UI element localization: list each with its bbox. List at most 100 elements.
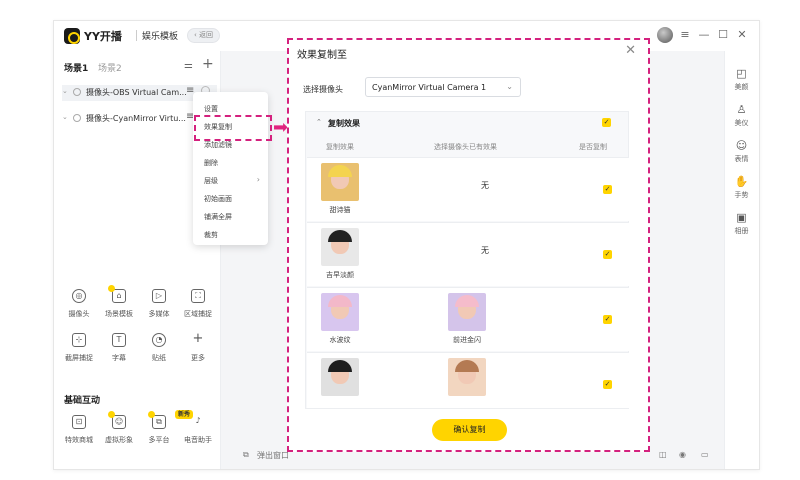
- chevron-down-icon[interactable]: ⌄: [62, 113, 68, 121]
- right-tool-label: 表情: [734, 155, 749, 163]
- menu-item-crop[interactable]: 裁剪: [204, 230, 218, 240]
- existing-effect: 前进金闪: [453, 336, 481, 344]
- tool-label: 截屏捕捉: [65, 354, 93, 362]
- right-tool-beauty[interactable]: ◰ 美颜: [724, 67, 759, 92]
- chevron-up-icon[interactable]: ⌃: [316, 118, 322, 126]
- tool-more[interactable]: + 更多: [178, 331, 218, 363]
- text-icon: T: [112, 333, 126, 347]
- right-tool-posture[interactable]: ♙ 美仪: [724, 103, 759, 128]
- tool-media[interactable]: ▷ 多媒体: [139, 289, 179, 319]
- panel-header[interactable]: ⌃ 复制效果 ✓: [306, 112, 628, 132]
- snapshot-icon[interactable]: ◉: [679, 450, 686, 459]
- right-tool-emoji[interactable]: ☺ 表情: [724, 139, 759, 164]
- plus-icon: +: [192, 331, 204, 346]
- copy-checkbox[interactable]: ✓: [603, 315, 612, 324]
- tool-label: 字幕: [112, 354, 126, 362]
- close-icon[interactable]: ✕: [625, 43, 636, 58]
- menu-item-settings[interactable]: 设置: [204, 104, 218, 114]
- table-row: 吉早淡颜 无 ✓: [307, 222, 629, 286]
- table-row: 甜诗猫 无 ✓: [307, 157, 629, 221]
- multi-platform-icon: ⧉: [148, 411, 166, 429]
- tool-camera[interactable]: ◎ 摄像头: [59, 289, 99, 319]
- camera-icon: ◎: [72, 289, 86, 303]
- camera-select-value: CyanMirror Virtual Camera 1: [372, 83, 487, 92]
- select-all-checkbox[interactable]: ✓: [602, 118, 611, 127]
- tool-screen-capture[interactable]: ⊹ 截屏捕捉: [59, 333, 99, 363]
- tab-scene-1[interactable]: 场景1: [64, 61, 88, 74]
- popout-label[interactable]: 弹出窗口: [257, 450, 289, 461]
- tool-avatar[interactable]: ☺ 虚拟形象: [99, 411, 139, 445]
- tool-area-capture[interactable]: ⛶ 区域捕捉: [178, 289, 218, 319]
- menu-item-add-filter[interactable]: 添加滤镜: [204, 140, 232, 150]
- section-title: 复制效果: [328, 119, 360, 128]
- camera-select[interactable]: CyanMirror Virtual Camera 1 ⌄: [365, 77, 521, 97]
- tool-label: 电音助手: [184, 436, 212, 444]
- maximize-icon[interactable]: ☐: [716, 28, 730, 41]
- copy-effect-dialog: 效果复制至 ✕ 选择摄像头 CyanMirror Virtual Camera …: [287, 38, 650, 452]
- confirm-copy-button[interactable]: 确认复制: [432, 419, 507, 441]
- user-avatar[interactable]: [657, 27, 673, 43]
- gesture-icon: ✋: [734, 175, 749, 188]
- chevron-down-icon[interactable]: ⌄: [62, 87, 68, 95]
- copy-effect-panel: ⌃ 复制效果 ✓ 复制效果 选择摄像头已有效果 是否复制 甜诗猫 无 ✓ 吉早淡…: [305, 111, 629, 409]
- menu-item-layer[interactable]: 层级: [204, 176, 218, 186]
- tool-label: 区域捕捉: [184, 310, 212, 318]
- highlight-box: [194, 115, 272, 141]
- posture-icon: ♙: [736, 103, 747, 116]
- logo-icon: [64, 28, 80, 44]
- layout-icon[interactable]: ◫: [659, 450, 667, 459]
- title-separator: [136, 30, 137, 41]
- app-name: YY开播: [84, 30, 122, 43]
- copy-checkbox[interactable]: ✓: [603, 250, 612, 259]
- beauty-icon: ◰: [736, 67, 747, 80]
- tool-multi-platform[interactable]: ⧉ 多平台: [139, 411, 179, 445]
- new-dot-icon: [108, 285, 115, 292]
- tool-text[interactable]: T 字幕: [99, 333, 139, 363]
- menu-icon[interactable]: ≡: [678, 28, 692, 41]
- camera-select-label: 选择摄像头: [303, 85, 343, 94]
- visibility-icon[interactable]: [73, 114, 81, 122]
- album-icon: ▣: [736, 211, 747, 224]
- adjust-icon[interactable]: ⚌: [184, 60, 193, 71]
- tool-shop[interactable]: ⊡ 特效商城: [59, 415, 99, 445]
- popout-icon[interactable]: ⧉: [243, 450, 249, 460]
- existing-thumbnail: [448, 358, 486, 396]
- tool-audio-assistant[interactable]: ♪ 电音助手: [178, 415, 218, 445]
- tool-label: 场景模板: [105, 310, 133, 318]
- existing-effect: 无: [481, 181, 489, 190]
- screen-capture-icon: ⊹: [72, 333, 86, 347]
- effect-thumbnail: [321, 228, 359, 266]
- menu-item-delete[interactable]: 删除: [204, 158, 218, 168]
- menu-item-initial-view[interactable]: 初始画面: [204, 194, 232, 204]
- effect-thumbnail: [321, 293, 359, 331]
- right-tool-gesture[interactable]: ✋ 手势: [724, 175, 759, 200]
- source-name: 摄像头-OBS Virtual Cam...: [86, 88, 187, 97]
- tool-label: 贴纸: [152, 354, 166, 362]
- existing-effect: 无: [481, 246, 489, 255]
- table-row: 水波纹 前进金闪 ✓: [307, 287, 629, 351]
- tool-scene-template[interactable]: ⌂ 场景模板: [99, 285, 139, 319]
- add-scene-icon[interactable]: +: [202, 56, 214, 72]
- effect-thumbnail: [321, 358, 359, 396]
- basic-section-title: 基础互动: [64, 396, 101, 406]
- right-tool-album[interactable]: ▣ 相册: [724, 211, 759, 236]
- tool-sticker[interactable]: ◔ 贴纸: [139, 333, 179, 363]
- effect-name: 水波纹: [329, 336, 351, 344]
- scene-template-icon: ⌂: [108, 285, 126, 303]
- record-icon[interactable]: ▭: [701, 450, 709, 459]
- right-tool-label: 相册: [734, 227, 749, 235]
- right-tool-label: 手势: [734, 191, 749, 199]
- dialog-title: 效果复制至: [297, 50, 347, 61]
- copy-checkbox[interactable]: ✓: [603, 185, 612, 194]
- tab-scene-2[interactable]: 场景2: [98, 61, 122, 74]
- effect-thumbnail: [321, 163, 359, 201]
- tool-label: 虚拟形象: [105, 436, 133, 444]
- minimize-icon[interactable]: —: [697, 28, 711, 41]
- menu-item-fill-screen[interactable]: 铺满全屏: [204, 212, 232, 222]
- back-button[interactable]: ‹ 返回: [187, 28, 221, 43]
- close-icon[interactable]: ✕: [735, 28, 749, 41]
- arrow-right-icon: ➡: [273, 117, 289, 138]
- copy-checkbox[interactable]: ✓: [603, 380, 612, 389]
- chevron-down-icon: ⌄: [506, 82, 513, 91]
- visibility-icon[interactable]: [73, 88, 81, 96]
